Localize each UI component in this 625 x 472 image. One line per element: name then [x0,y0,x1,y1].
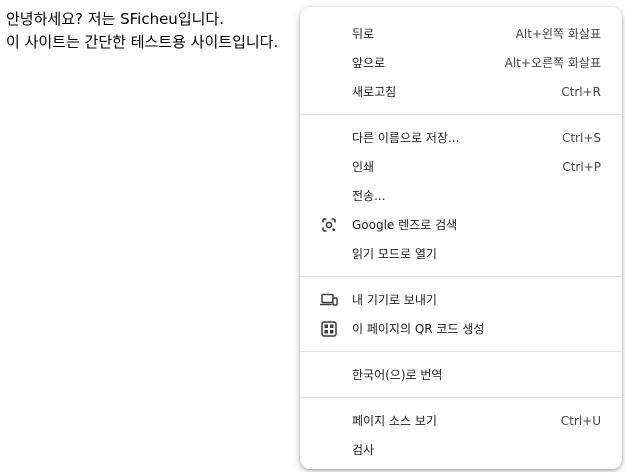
menu-item-translate[interactable]: 한국어(으)로 번역 [300,360,622,389]
menu-item-shortcut: Ctrl+S [561,130,601,145]
menu-item-reload[interactable]: 새로고침 Ctrl+R [300,77,622,106]
menu-item-send-to-devices[interactable]: 내 기기로 보내기 [300,285,622,314]
qr-code-icon [320,320,338,338]
menu-item-shortcut: Alt+왼쪽 화살표 [515,27,601,41]
menu-item-save-as[interactable]: 다른 이름으로 저장... Ctrl+S [300,123,622,152]
greeting-line: 안녕하세요? 저는 SFicheu입니다. [6,10,224,28]
menu-separator [300,351,622,352]
menu-separator [300,276,622,277]
menu-item-view-source[interactable]: 페이지 소스 보기 Ctrl+U [300,406,622,435]
menu-item-label: 검사 [352,443,375,457]
menu-item-label: 내 기기로 보내기 [352,293,437,307]
menu-item-google-lens[interactable]: Google 렌즈로 검색 [300,210,622,239]
menu-item-label: 뒤로 [352,27,375,41]
menu-item-back[interactable]: 뒤로 Alt+왼쪽 화살표 [300,19,622,48]
google-lens-icon [320,216,338,234]
menu-item-inspect[interactable]: 검사 [300,435,622,464]
menu-item-label: 읽기 모드로 열기 [352,247,437,261]
menu-item-label: 이 페이지의 QR 코드 생성 [352,322,485,336]
menu-item-shortcut: Ctrl+R [561,84,601,99]
menu-item-label: 페이지 소스 보기 [352,414,437,428]
menu-item-shortcut: Alt+오른쪽 화살표 [504,56,601,70]
send-to-devices-icon [320,291,338,309]
menu-item-label: Google 렌즈로 검색 [352,218,458,232]
menu-item-label: 다른 이름으로 저장... [352,131,460,145]
menu-item-label: 전송... [352,189,386,203]
menu-item-label: 앞으로 [352,56,386,70]
menu-item-shortcut: Ctrl+U [560,413,601,428]
menu-separator [300,397,622,398]
menu-separator [300,114,622,115]
menu-item-qr-code[interactable]: 이 페이지의 QR 코드 생성 [300,314,622,343]
menu-item-label: 인쇄 [352,160,375,174]
menu-item-shortcut: Ctrl+P [562,159,601,174]
menu-item-forward[interactable]: 앞으로 Alt+오른쪽 화살표 [300,48,622,77]
description-line: 이 사이트는 간단한 테스트용 사이트입니다. [6,33,279,51]
page-content: 안녕하세요? 저는 SFicheu입니다. 이 사이트는 간단한 테스트용 사이… [6,8,278,54]
menu-item-label: 새로고침 [352,85,397,99]
menu-item-print[interactable]: 인쇄 Ctrl+P [300,152,622,181]
menu-item-cast[interactable]: 전송... [300,181,622,210]
menu-item-label: 한국어(으)로 번역 [352,368,443,382]
menu-item-reading-mode[interactable]: 읽기 모드로 열기 [300,239,622,268]
context-menu: 뒤로 Alt+왼쪽 화살표 앞으로 Alt+오른쪽 화살표 새로고침 Ctrl+… [300,7,622,469]
